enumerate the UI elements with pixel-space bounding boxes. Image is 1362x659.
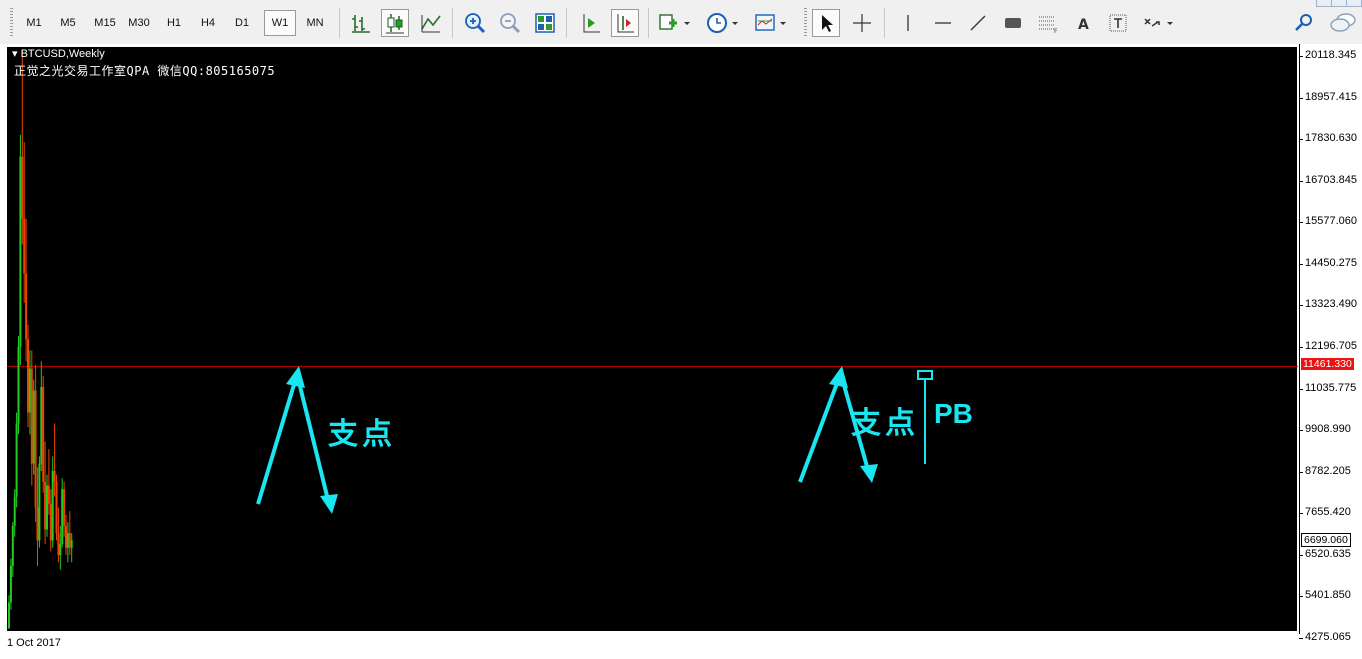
- price-axis-label: 20118.345: [1305, 49, 1357, 61]
- price-axis-label: 15577.060: [1305, 215, 1357, 228]
- candle-body: [53, 470, 56, 482]
- candle-body: [17, 346, 20, 424]
- collapse-triangle-icon[interactable]: ▾: [12, 48, 18, 60]
- price-axis-tick: [1299, 430, 1303, 432]
- price-axis-tick: [1299, 222, 1303, 224]
- up-arrow-head-left: [286, 366, 305, 388]
- candle-body: [36, 507, 39, 541]
- candle-body: [68, 533, 71, 548]
- candle-body: [25, 273, 28, 340]
- price-axis-tick: [1299, 471, 1303, 473]
- candle-body: [49, 503, 52, 541]
- candle-body: [70, 540, 73, 548]
- price-axis-tick: [1299, 97, 1303, 99]
- candle-body: [46, 485, 48, 530]
- candle-body: [42, 386, 45, 482]
- price-axis-label: 9908.990: [1305, 423, 1351, 436]
- candle-body: [9, 565, 12, 603]
- pb-annotation[interactable]: PB: [934, 398, 973, 430]
- candle-body: [11, 525, 14, 566]
- candle-body: [59, 544, 62, 555]
- price-axis-label: 14450.275: [1305, 256, 1357, 269]
- candle-body: [65, 525, 67, 548]
- pb-marker-box: [917, 370, 933, 380]
- candle-body: [28, 368, 31, 413]
- date-axis-label: 1 Oct 2017: [7, 637, 61, 649]
- support-annotation-left[interactable]: 支点: [328, 409, 396, 453]
- price-axis-tick: [1299, 346, 1303, 348]
- price-axis-label: 5401.850: [1305, 589, 1351, 602]
- candle-body: [57, 533, 60, 555]
- candle-body: [34, 390, 37, 508]
- candle-body: [44, 481, 47, 530]
- price-axis-tick: [1299, 263, 1303, 265]
- candle-body: [13, 496, 16, 526]
- price-axis-tick: [1299, 513, 1303, 515]
- price-axis-label: 11035.775: [1305, 381, 1357, 394]
- candle-body: [32, 390, 35, 464]
- price-axis-label: 18957.415: [1305, 90, 1357, 103]
- price-axis-tick: [1299, 139, 1303, 141]
- price-axis-label: 7655.420: [1305, 506, 1351, 519]
- price-axis-label: 4275.065: [1305, 630, 1351, 643]
- price-axis-tick: [1299, 637, 1303, 639]
- candle-body: [15, 423, 18, 497]
- chart-drawing: [7, 50, 1298, 630]
- price-axis-tick: [1299, 388, 1303, 390]
- candle-body: [38, 463, 41, 541]
- price-axis-label: 8782.205: [1305, 464, 1351, 477]
- support-annotation-right[interactable]: 支点: [851, 398, 919, 442]
- candle-body: [8, 602, 10, 629]
- price-axis-tick: [1299, 56, 1303, 57]
- candle-body: [40, 386, 43, 464]
- price-axis-label: 6520.635: [1305, 547, 1351, 560]
- price-axis-tick: [1299, 305, 1303, 307]
- price-axis-label: 17830.630: [1305, 132, 1357, 145]
- candle-body: [19, 156, 22, 347]
- candle-body: [30, 368, 33, 464]
- candle-body: [47, 485, 50, 504]
- current-price-tag: 11461.330: [1301, 358, 1354, 370]
- candle-body: [21, 156, 24, 219]
- price-axis-label: 16703.845: [1305, 173, 1357, 186]
- studio-watermark: 正觉之光交易工作室QPA 微信QQ:805165075: [14, 64, 276, 78]
- symbol-name: BTCUSD,Weekly: [20, 48, 105, 60]
- candle-body: [23, 218, 26, 274]
- price-axis-tick: [1299, 596, 1303, 598]
- candle-body: [61, 489, 64, 545]
- candle-body: [66, 533, 69, 548]
- bid-price-tag: 6699.060: [1301, 533, 1351, 547]
- price-axis-label: 13323.490: [1305, 298, 1357, 311]
- down-arrow-head-left: [320, 494, 338, 514]
- candle-body: [51, 470, 54, 541]
- candle-body: [27, 339, 29, 413]
- candle-body: [63, 489, 66, 526]
- candle-body: [55, 481, 58, 534]
- up-arrow-right: [798, 377, 841, 483]
- price-axis-tick: [1299, 180, 1303, 182]
- down-arrow-left: [296, 377, 330, 501]
- price-axis-label: 12196.705: [1305, 339, 1357, 352]
- price-axis-tick: [1299, 554, 1303, 556]
- up-arrow-left: [256, 377, 298, 505]
- down-arrow-head-right: [860, 464, 878, 483]
- symbol-title: ▾ BTCUSD,Weekly: [12, 47, 105, 60]
